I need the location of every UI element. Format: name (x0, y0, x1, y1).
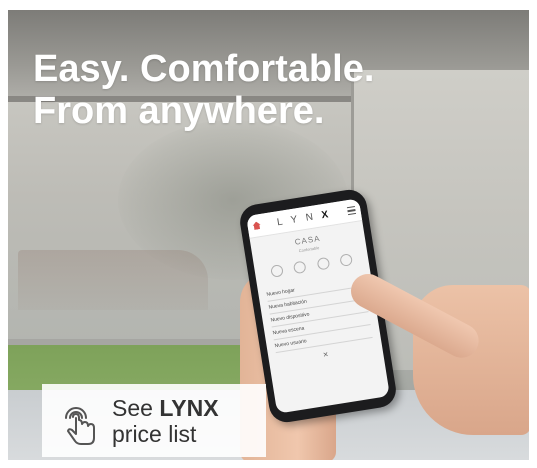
price-list-button[interactable]: See LYNX price list (42, 384, 266, 457)
lynx-ad-banner[interactable]: Easy. Comfortable. From anywhere. L Y N … (8, 10, 529, 460)
headline: Easy. Comfortable. From anywhere. (33, 48, 374, 132)
device-icon (293, 260, 307, 275)
device-icon (316, 256, 331, 271)
app-logo: L Y N X (276, 208, 332, 227)
headline-line-2: From anywhere. (33, 90, 325, 132)
cta-brand: LYNX (159, 394, 219, 421)
device-icon (269, 264, 284, 278)
price-list-line-1: See LYNX (112, 395, 219, 421)
cta-prefix: See (112, 394, 160, 421)
menu-icon (346, 206, 357, 216)
headline-line-1: Easy. Comfortable. (33, 48, 375, 90)
price-list-line-2: price list (112, 420, 197, 447)
app-logo-bold: X (320, 208, 332, 221)
device-icon (339, 253, 354, 267)
house-shadow (18, 250, 208, 310)
home-icon (252, 221, 261, 230)
app-logo-letters: L Y N (276, 210, 317, 228)
touch-hand-icon (65, 406, 95, 445)
price-list-text: See LYNX price list (112, 395, 219, 447)
